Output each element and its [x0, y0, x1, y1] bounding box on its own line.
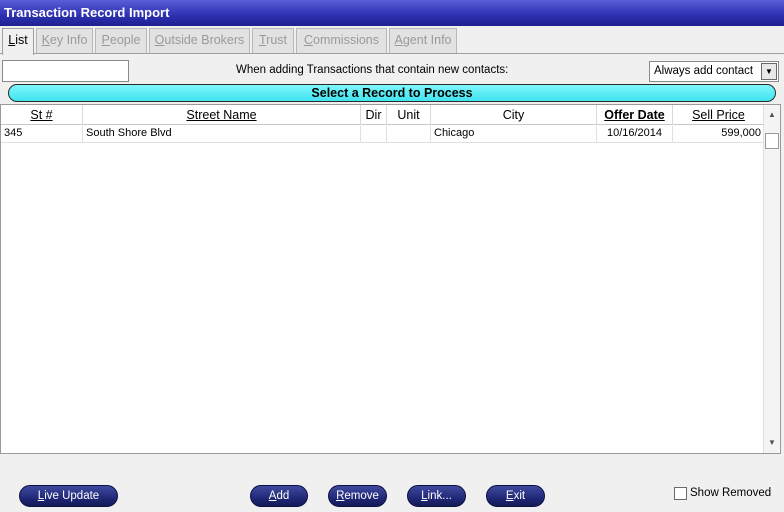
- col-header-offer-date-label: Offer Date: [604, 108, 665, 122]
- exit-label: xit: [513, 490, 526, 502]
- col-header-city[interactable]: City: [431, 105, 597, 125]
- col-header-st[interactable]: St #: [1, 105, 83, 125]
- col-header-dir[interactable]: Dir: [361, 105, 387, 125]
- col-header-dir-label: Dir: [365, 108, 382, 122]
- cell-city: Chicago: [431, 126, 597, 143]
- remove-label: emove: [344, 490, 379, 502]
- tab-outside-brokers-mnemonic: O: [154, 33, 165, 47]
- remove-button[interactable]: Remove: [328, 485, 387, 507]
- tab-key-info-mnemonic: K: [41, 33, 50, 47]
- add-label: dd: [276, 490, 290, 502]
- scroll-thumb[interactable]: [765, 133, 779, 149]
- tab-divider: [0, 53, 784, 54]
- scroll-down-icon[interactable]: ▼: [764, 435, 780, 451]
- tab-outside-brokers[interactable]: Outside Brokers: [149, 28, 250, 53]
- tab-strip: List Key Info People Outside Brokers Tru…: [0, 28, 784, 55]
- add-button[interactable]: Add: [250, 485, 308, 507]
- tab-key-info-label: ey Info: [49, 33, 88, 47]
- link-button[interactable]: Link...: [407, 485, 466, 507]
- cell-offer-date: 10/16/2014: [597, 126, 673, 143]
- tab-list-label: ist: [15, 33, 28, 47]
- tab-outside-brokers-label: utside Brokers: [164, 33, 245, 47]
- exit-mnemonic: E: [505, 490, 514, 502]
- col-header-unit-label: Unit: [397, 108, 420, 122]
- show-removed-checkbox[interactable]: [674, 487, 687, 500]
- col-header-city-label: City: [502, 108, 525, 122]
- new-contacts-hint: When adding Transactions that contain ne…: [236, 64, 509, 76]
- col-header-unit[interactable]: Unit: [387, 105, 431, 125]
- tab-trust-label: rust: [266, 33, 287, 47]
- col-header-st-label: St #: [30, 108, 53, 122]
- tab-commissions-mnemonic: C: [303, 33, 314, 47]
- tab-commissions[interactable]: Commissions: [296, 28, 387, 53]
- record-grid: St # Street Name Dir Unit City Offer Dat…: [0, 104, 781, 454]
- tab-agent-info-mnemonic: A: [394, 33, 403, 47]
- tab-commissions-label: ommissions: [313, 33, 380, 47]
- tab-people-mnemonic: P: [101, 33, 110, 47]
- tab-key-info[interactable]: Key Info: [36, 28, 93, 53]
- tab-agent-info[interactable]: Agent Info: [389, 28, 457, 53]
- cell-sell-price: 599,000: [721, 127, 761, 139]
- tab-people-label: eople: [109, 33, 141, 47]
- tab-list[interactable]: List: [2, 28, 34, 55]
- cell-street-name: South Shore Blvd: [83, 126, 361, 143]
- window-title: Transaction Record Import: [0, 0, 784, 26]
- tab-people[interactable]: People: [95, 28, 147, 53]
- scroll-up-icon[interactable]: ▲: [764, 107, 780, 123]
- link-label: ink...: [427, 490, 452, 502]
- vertical-scrollbar[interactable]: ▲ ▼: [763, 105, 780, 453]
- col-header-street-name[interactable]: Street Name: [83, 105, 361, 125]
- select-record-banner: Select a Record to Process: [8, 84, 776, 102]
- cell-unit: [387, 126, 431, 143]
- col-header-sell-price[interactable]: Sell Price: [673, 105, 764, 125]
- exit-button[interactable]: Exit: [486, 485, 545, 507]
- col-header-street-name-label: Street Name: [186, 108, 257, 122]
- new-contact-action-select[interactable]: Always add contact ▼: [649, 61, 779, 82]
- new-contact-action-value: Always add contact: [654, 65, 754, 77]
- live-update-button[interactable]: Live Update: [19, 485, 118, 507]
- cell-dir: [361, 126, 387, 143]
- live-update-label: ive Update: [44, 490, 100, 502]
- tab-agent-info-label: gent Info: [402, 33, 452, 47]
- col-header-offer-date[interactable]: Offer Date: [597, 105, 673, 125]
- show-removed-label: Show Removed: [690, 487, 772, 499]
- tab-trust[interactable]: Trust: [252, 28, 294, 53]
- col-header-sell-price-label: Sell Price: [692, 108, 745, 122]
- table-row[interactable]: 345 South Shore Blvd Chicago 10/16/2014 …: [1, 126, 764, 143]
- grid-header: St # Street Name Dir Unit City Offer Dat…: [1, 105, 764, 125]
- dropdown-arrow-icon[interactable]: ▼: [761, 63, 777, 80]
- cell-st: 345: [1, 126, 83, 143]
- filter-input[interactable]: [2, 60, 129, 82]
